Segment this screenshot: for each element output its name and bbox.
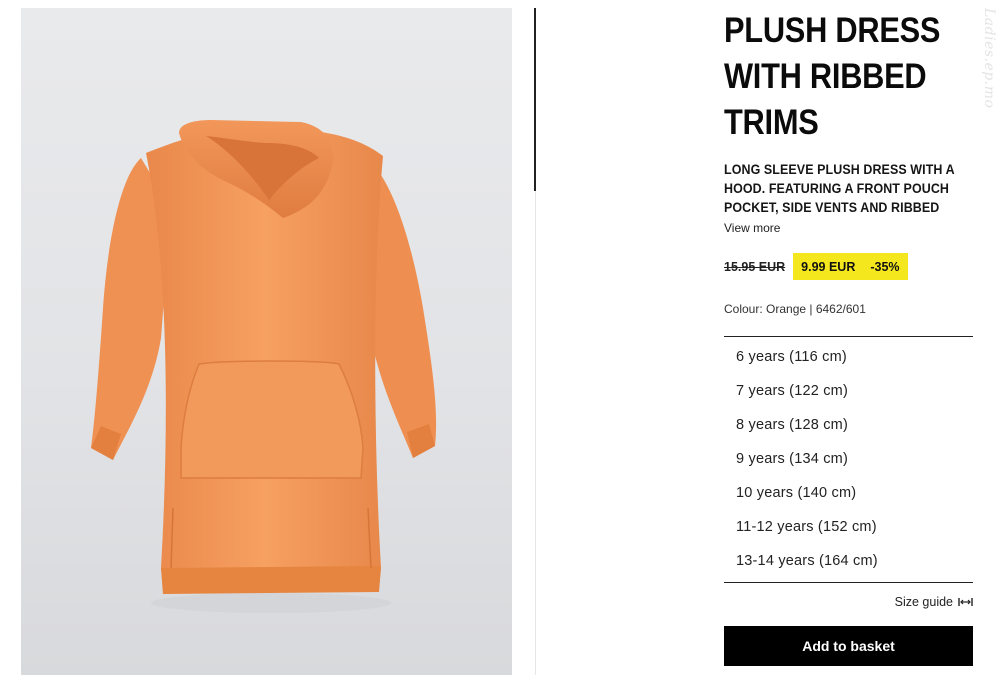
- size-option-13-14-years[interactable]: 13-14 years (164 cm): [724, 544, 973, 578]
- product-title-line-1: PLUSH DRESS: [724, 11, 941, 50]
- size-selector: 6 years (116 cm) 7 years (122 cm) 8 year…: [724, 336, 973, 583]
- sale-price: 9.99 EUR: [801, 259, 856, 274]
- size-guide-link[interactable]: Size guide: [724, 595, 973, 609]
- discount-badge: -35%: [870, 259, 900, 274]
- price-row: 15.95 EUR 9.99 EUR -35%: [724, 253, 973, 280]
- panel-divider: [535, 191, 536, 675]
- size-option-11-12-years[interactable]: 11-12 years (152 cm): [724, 510, 973, 544]
- ruler-arrows-icon: [958, 598, 973, 606]
- size-guide-label: Size guide: [894, 595, 953, 609]
- size-option-8-years[interactable]: 8 years (128 cm): [724, 408, 973, 442]
- old-price: 15.95 EUR: [724, 259, 786, 274]
- product-title-line-3: TRIMS: [724, 103, 819, 142]
- sale-price-badge: 9.99 EUR -35%: [793, 253, 908, 280]
- product-description: LONG SLEEVE PLUSH DRESS WITH A HOOD. FEA…: [724, 162, 955, 215]
- orange-hoodie-dress-image: [91, 120, 437, 613]
- image-scrollbar[interactable]: [534, 8, 536, 191]
- product-image[interactable]: [21, 8, 512, 675]
- product-info-panel: PLUSH DRESS WITH RIBBED TRIMS LONG SLEEV…: [724, 8, 973, 666]
- size-option-9-years[interactable]: 9 years (134 cm): [724, 442, 973, 476]
- size-option-6-years[interactable]: 6 years (116 cm): [724, 340, 973, 374]
- size-option-7-years[interactable]: 7 years (122 cm): [724, 374, 973, 408]
- add-to-basket-button[interactable]: Add to basket: [724, 626, 973, 666]
- product-title-line-2: WITH RIBBED: [724, 57, 927, 96]
- product-title: PLUSH DRESS WITH RIBBED TRIMS: [724, 8, 979, 146]
- size-option-10-years[interactable]: 10 years (140 cm): [724, 476, 973, 510]
- colour-reference: Colour: Orange | 6462/601: [724, 302, 866, 316]
- view-more-link[interactable]: View more: [724, 221, 780, 235]
